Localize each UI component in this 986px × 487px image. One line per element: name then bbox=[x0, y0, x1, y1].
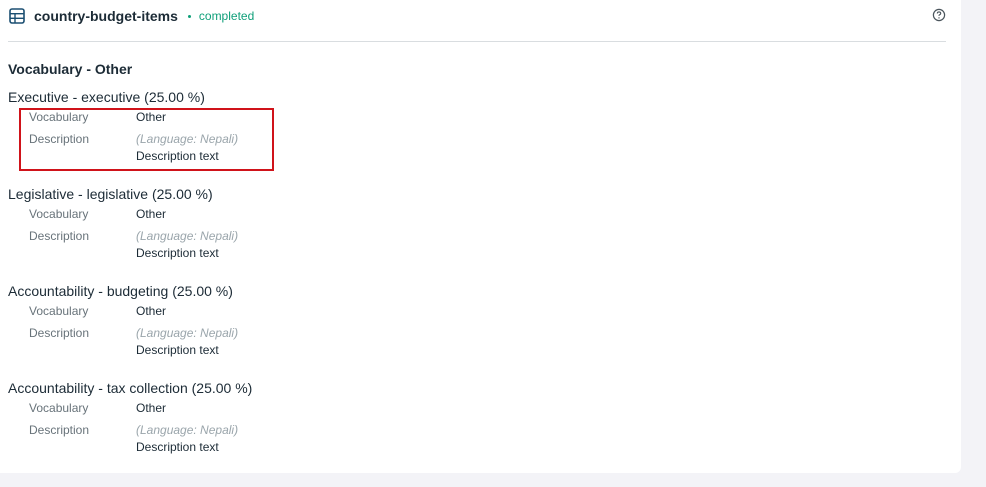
vocabulary-row: Vocabulary Other bbox=[8, 303, 908, 319]
vocabulary-row: Vocabulary Other bbox=[8, 400, 908, 416]
description-language: (Language: Nepali) bbox=[136, 132, 239, 146]
description-row: Description (Language: Nepali) Descripti… bbox=[8, 422, 908, 454]
vocabulary-label: Vocabulary bbox=[29, 110, 89, 124]
element-name: country-budget-items bbox=[34, 8, 178, 24]
description-label: Description bbox=[29, 132, 90, 146]
status-dot-icon bbox=[187, 14, 191, 18]
description-row: Description (Language: Nepali) Descripti… bbox=[8, 325, 908, 357]
description-value: Description text bbox=[136, 440, 219, 454]
budget-item-list: Executive - executive (25.00 %) Vocabula… bbox=[8, 88, 908, 476]
budget-item: Executive - executive (25.00 %) Vocabula… bbox=[8, 88, 908, 185]
description-row: Description (Language: Nepali) Descripti… bbox=[8, 228, 908, 260]
vocabulary-row: Vocabulary Other bbox=[8, 109, 908, 125]
header-divider bbox=[8, 41, 946, 42]
description-language: (Language: Nepali) bbox=[136, 326, 239, 340]
budget-items-card: country-budget-items completed Vocabular… bbox=[0, 0, 961, 473]
section-title: Vocabulary - Other bbox=[8, 61, 133, 77]
description-row: Description (Language: Nepali) Descripti… bbox=[8, 131, 908, 163]
description-value: Description text bbox=[136, 149, 219, 163]
vocabulary-label: Vocabulary bbox=[29, 401, 89, 415]
vocabulary-label: Vocabulary bbox=[29, 207, 89, 221]
description-value: Description text bbox=[136, 246, 219, 260]
budget-item-title: Accountability - tax collection (25.00 %… bbox=[8, 380, 253, 396]
description-label: Description bbox=[29, 229, 90, 243]
budget-item-title: Executive - executive (25.00 %) bbox=[8, 89, 205, 105]
description-label: Description bbox=[29, 423, 90, 437]
description-value: Description text bbox=[136, 343, 219, 357]
description-label: Description bbox=[29, 326, 90, 340]
help-circle-icon[interactable] bbox=[932, 8, 946, 22]
vocabulary-label: Vocabulary bbox=[29, 304, 89, 318]
vocabulary-value: Other bbox=[136, 207, 167, 221]
description-language: (Language: Nepali) bbox=[136, 229, 239, 243]
budget-item: Accountability - budgeting (25.00 %) Voc… bbox=[8, 282, 908, 379]
vocabulary-value: Other bbox=[136, 304, 167, 318]
budget-items-content: Vocabulary - Other Executive - executive… bbox=[8, 60, 908, 476]
budget-item-title: Legislative - legislative (25.00 %) bbox=[8, 186, 213, 202]
vocabulary-value: Other bbox=[136, 110, 167, 124]
status-badge: completed bbox=[198, 9, 255, 23]
budget-item-title: Accountability - budgeting (25.00 %) bbox=[8, 283, 233, 299]
database-icon bbox=[9, 8, 25, 24]
budget-item: Accountability - tax collection (25.00 %… bbox=[8, 379, 908, 476]
vocabulary-row: Vocabulary Other bbox=[8, 206, 908, 222]
budget-item: Legislative - legislative (25.00 %) Voca… bbox=[8, 185, 908, 282]
vocabulary-value: Other bbox=[136, 401, 167, 415]
card-header: country-budget-items completed bbox=[8, 6, 254, 26]
description-language: (Language: Nepali) bbox=[136, 423, 239, 437]
